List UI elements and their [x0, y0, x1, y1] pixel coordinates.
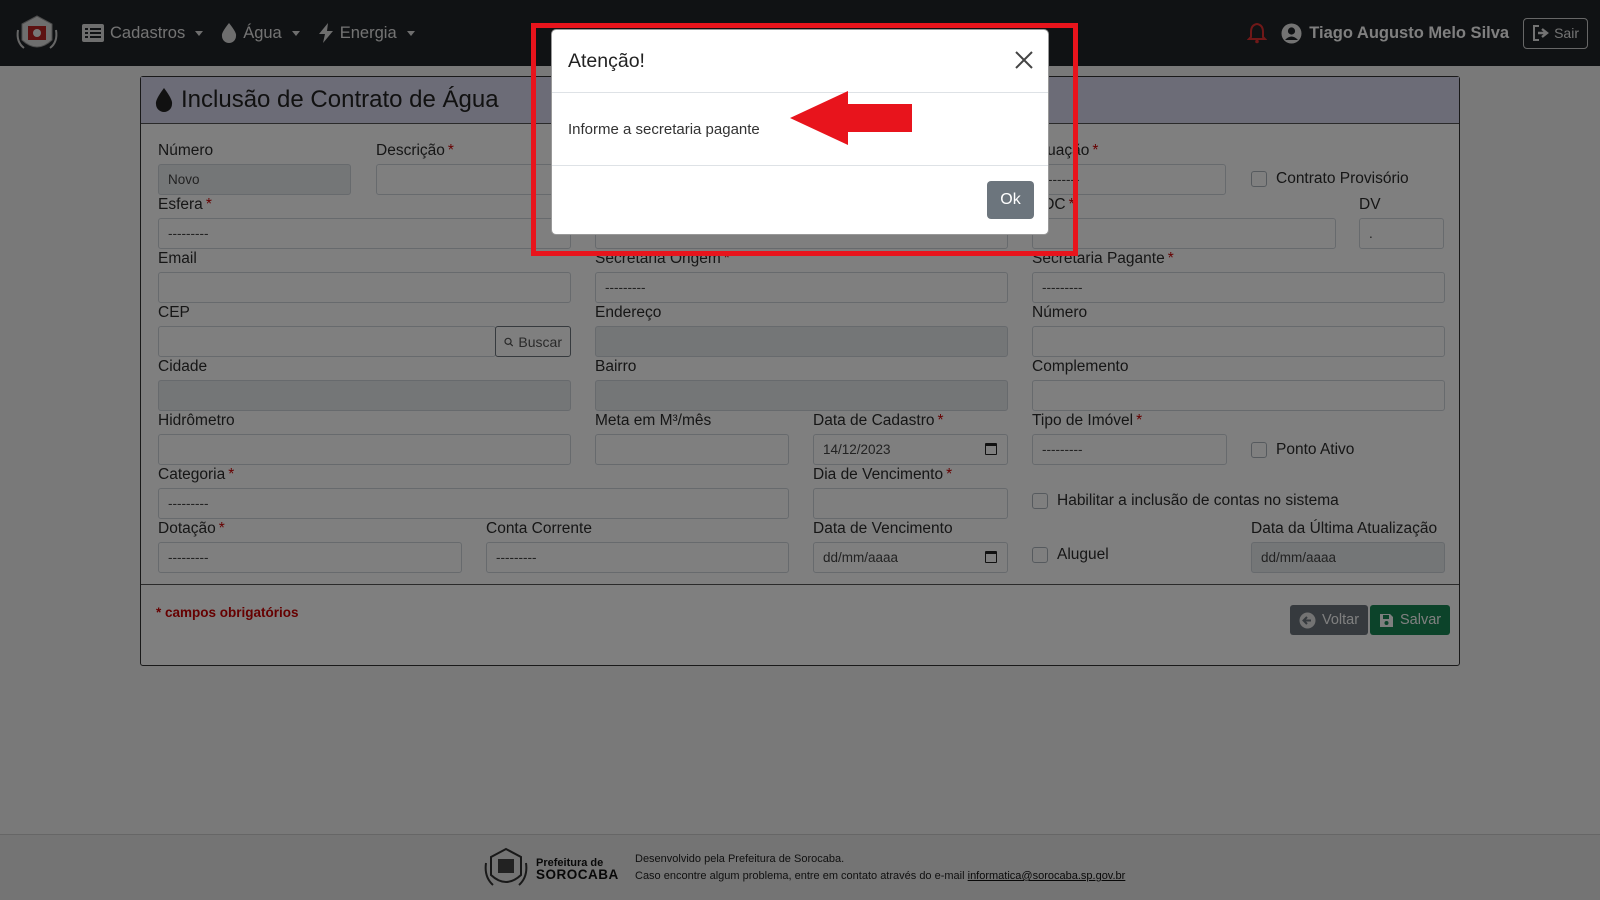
red-arrow-icon	[790, 91, 912, 145]
